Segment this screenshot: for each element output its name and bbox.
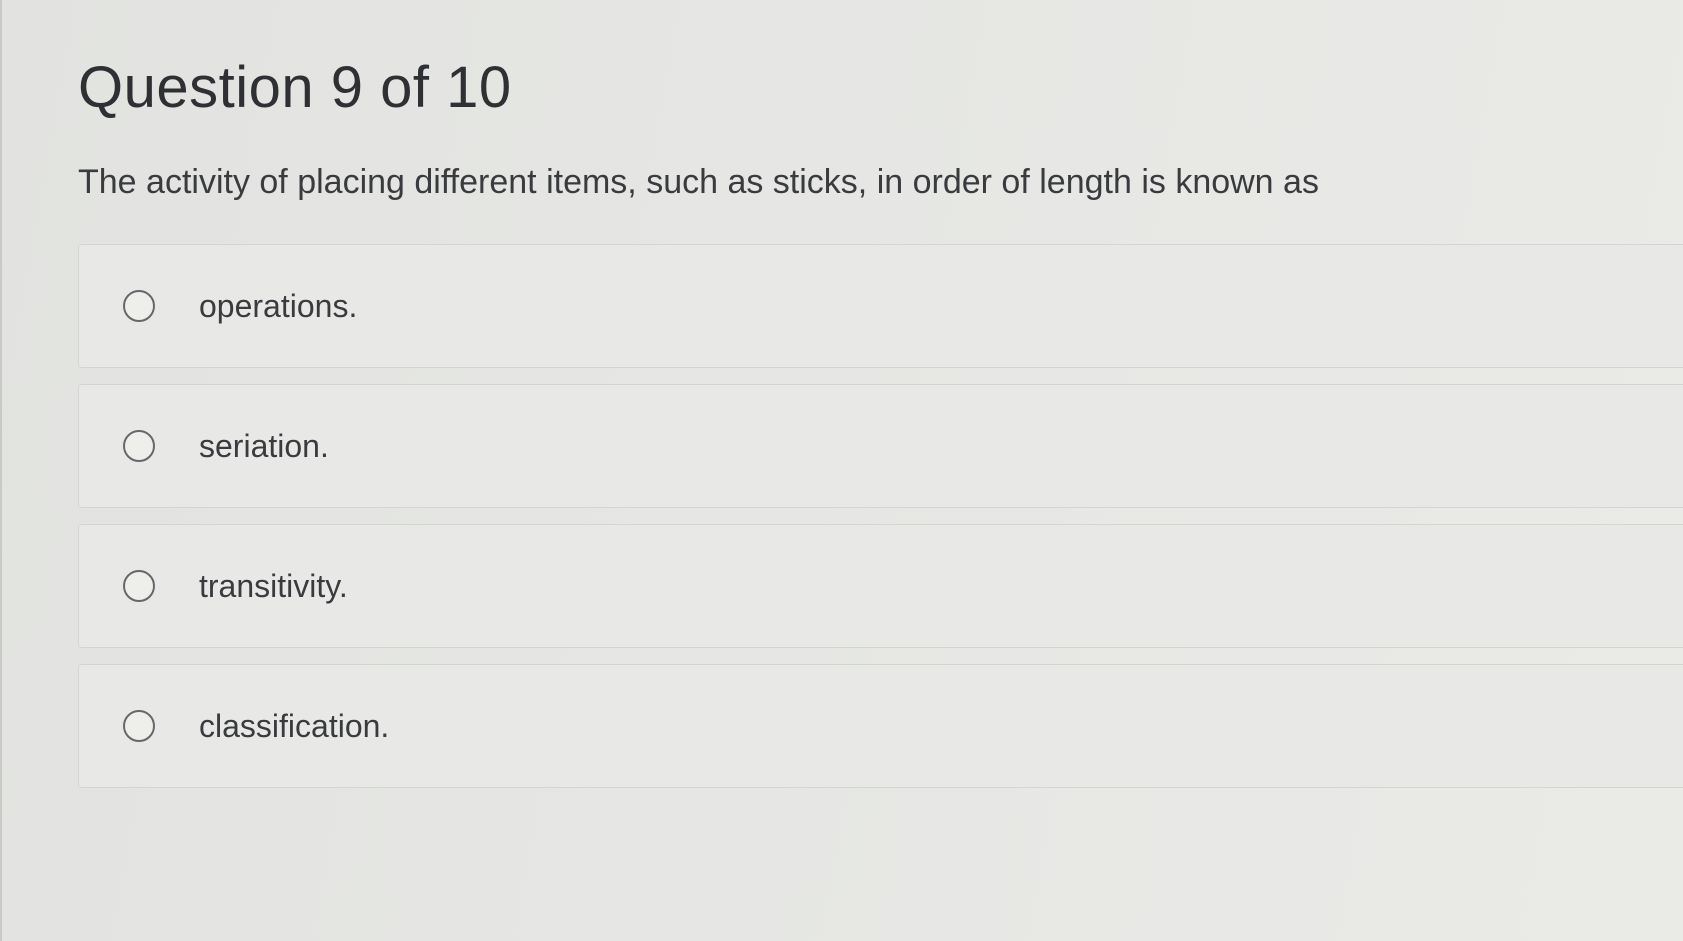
quiz-page: Question 9 of 10 The activity of placing… [0, 0, 1683, 941]
answer-option-label: operations. [199, 287, 358, 324]
question-text: The activity of placing different items,… [78, 163, 1319, 201]
answer-option-classification[interactable]: classification. [78, 664, 1683, 788]
answer-option-transitivity[interactable]: transitivity. [78, 524, 1683, 648]
answer-option-label: transitivity. [199, 567, 348, 604]
radio-unchecked-icon[interactable] [123, 710, 155, 742]
radio-unchecked-icon[interactable] [123, 570, 155, 602]
question-title: Question 9 of 10 [78, 55, 512, 120]
radio-unchecked-icon[interactable] [123, 290, 155, 322]
question-container: Question 9 of 10 The activity of placing… [78, 52, 1683, 804]
answer-options: operations. seriation. transitivity. cla… [78, 244, 1683, 788]
answer-option-operations[interactable]: operations. [78, 244, 1683, 368]
answer-option-label: classification. [199, 707, 390, 744]
answer-option-label: seriation. [199, 427, 329, 464]
answer-option-seriation[interactable]: seriation. [78, 384, 1683, 508]
radio-unchecked-icon[interactable] [123, 430, 155, 462]
